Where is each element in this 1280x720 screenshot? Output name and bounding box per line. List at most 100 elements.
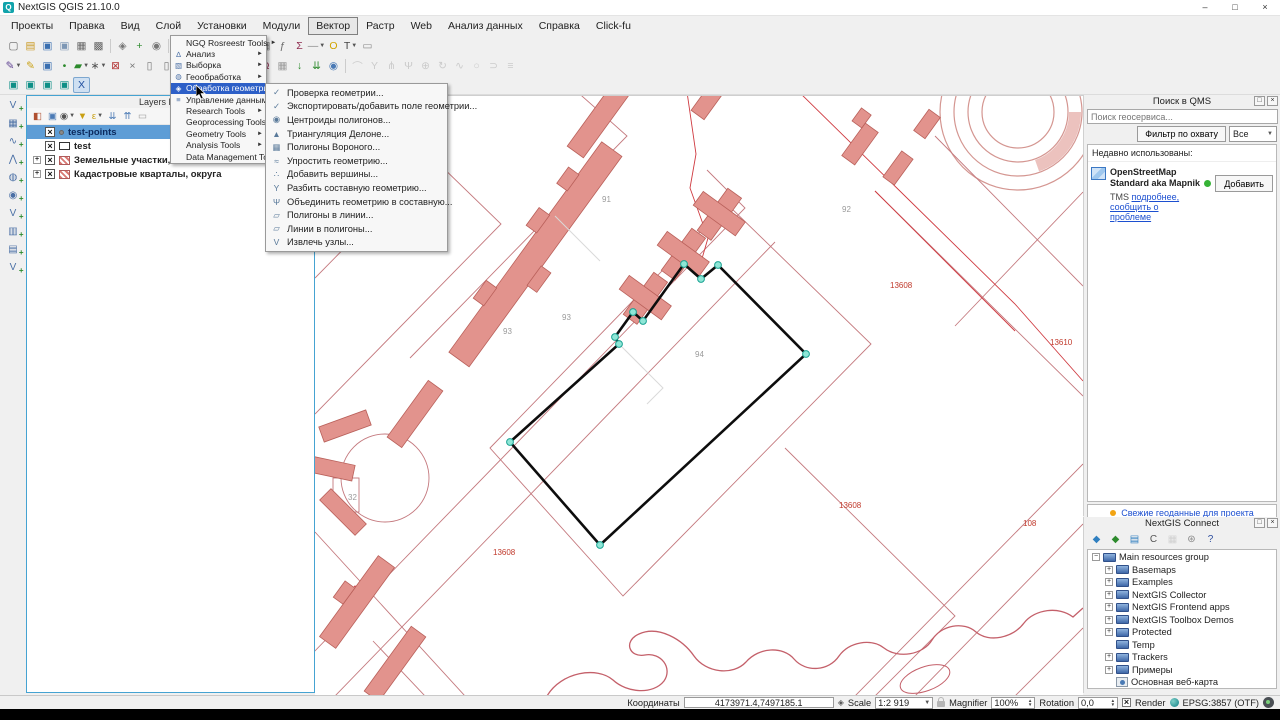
menubar-item-правка[interactable]: Правка bbox=[61, 17, 112, 35]
menu-item-geometry-tools[interactable]: Geometry Tools ► bbox=[171, 128, 266, 139]
menubar-item-модули[interactable]: Модули bbox=[255, 17, 309, 35]
menubar-item-растр[interactable]: Растр bbox=[358, 17, 402, 35]
layout-manager-icon[interactable]: ▩ bbox=[90, 38, 107, 54]
submenu-item-экспортировать-добавить-поле-геометрии[interactable]: ✓ Экспортировать/добавить поле геометрии.… bbox=[266, 100, 477, 114]
form-annotation-icon[interactable]: ▭ bbox=[359, 38, 376, 54]
submenu-item-триангуляция-делоне[interactable]: ▲ Триангуляция Делоне... bbox=[266, 127, 447, 141]
statistical-summary-icon[interactable]: Σ bbox=[291, 38, 308, 54]
qms-service-item[interactable]: OpenStreetMap Standard aka Mapnik TMS по… bbox=[1088, 162, 1276, 227]
tree-item-примеры[interactable]: + Примеры bbox=[1088, 664, 1276, 677]
menu-item-data-management-tools[interactable]: Data Management Tools► bbox=[171, 151, 288, 162]
messages-icon[interactable] bbox=[1263, 697, 1274, 708]
vertex-marker[interactable] bbox=[615, 340, 623, 348]
vertex-marker[interactable] bbox=[680, 260, 688, 268]
menubar-item-web[interactable]: Web bbox=[403, 17, 440, 35]
vertex-marker[interactable] bbox=[596, 541, 604, 549]
open-layer-styling-icon[interactable]: ◧ bbox=[30, 109, 45, 123]
qms-search-input[interactable] bbox=[1087, 109, 1278, 124]
add-point-cloud-layer-icon[interactable]: V bbox=[5, 260, 24, 278]
extents-icon[interactable]: ◈ bbox=[838, 698, 844, 707]
vertex-marker[interactable] bbox=[629, 308, 637, 316]
add-point-feature-icon[interactable]: • bbox=[56, 58, 73, 74]
cut-features-icon[interactable]: × bbox=[124, 58, 141, 74]
menubar-item-анализ-данных[interactable]: Анализ данных bbox=[440, 17, 531, 35]
add-mesh-layer-icon[interactable]: ∿ bbox=[5, 134, 24, 152]
save-project-as-icon[interactable]: ▣ bbox=[56, 38, 73, 54]
processing-toolbox-icon[interactable]: X bbox=[73, 77, 90, 93]
submenu-item-извлечь-узлы[interactable]: V Извлечь узлы... bbox=[266, 236, 447, 250]
submenu-item-полигоны-вороного[interactable]: ▦ Полигоны Вороного... bbox=[266, 140, 447, 154]
vertex-marker[interactable] bbox=[506, 438, 514, 446]
connect-float-button[interactable]: □ bbox=[1254, 518, 1265, 528]
expander-icon[interactable]: + bbox=[1105, 628, 1113, 637]
vertex-tool-icon[interactable]: ∗ ▼ bbox=[90, 58, 107, 74]
layer-visibility-checkbox[interactable]: × bbox=[45, 141, 55, 151]
menu-item-ngq-rosreestr-tools[interactable]: NGQ Rosreestr Tools ► bbox=[171, 37, 276, 48]
qms-float-button[interactable]: □ bbox=[1254, 96, 1265, 106]
connect-close-button[interactable]: × bbox=[1267, 518, 1278, 528]
expander-icon[interactable]: + bbox=[1105, 578, 1113, 587]
tree-item-protected[interactable]: + Protected bbox=[1088, 626, 1276, 639]
measure-line-icon[interactable]: — ▼ bbox=[308, 38, 325, 54]
tree-item-examples[interactable]: + Examples bbox=[1088, 576, 1276, 589]
layer-visibility-checkbox[interactable]: × bbox=[45, 155, 55, 165]
tree-item-temp[interactable]: Temp bbox=[1088, 639, 1276, 652]
connect-settings-icon[interactable]: ⊛ bbox=[1183, 532, 1200, 548]
menubar-item-справка[interactable]: Справка bbox=[531, 17, 588, 35]
qms-add-button[interactable]: Добавить bbox=[1215, 175, 1273, 192]
collapse-all-icon[interactable]: ⇈ bbox=[120, 109, 135, 123]
menu-item-выборка[interactable]: ▧ Выборка ► bbox=[171, 60, 266, 71]
add-delimited-text-layer-icon[interactable]: ⋀ bbox=[5, 152, 24, 170]
render-checkbox[interactable]: × bbox=[1122, 698, 1132, 707]
remove-layer-icon[interactable]: ▭ bbox=[135, 109, 150, 123]
add-virtual-layer-icon[interactable]: V bbox=[5, 206, 24, 224]
rotation-spinner[interactable]: 0,0 ▲ ▼ bbox=[1078, 696, 1119, 709]
menu-item-анализ[interactable]: ∆ Анализ ► bbox=[171, 48, 266, 59]
layer-visibility-checkbox[interactable]: × bbox=[45, 127, 55, 137]
expander-icon[interactable]: − bbox=[1092, 553, 1100, 562]
vertex-marker[interactable] bbox=[639, 317, 647, 325]
new-project-icon[interactable]: ▢ bbox=[5, 38, 22, 54]
tree-item-nextgis-toolbox-demos[interactable]: + NextGIS Toolbox Demos bbox=[1088, 614, 1276, 627]
fresh-geodata-link[interactable]: Свежие геоданные для проекта bbox=[1121, 508, 1254, 518]
menubar-item-слой[interactable]: Слой bbox=[148, 17, 190, 35]
filter-legend-icon[interactable]: ▼ bbox=[75, 109, 90, 123]
import-raster-to-ngw-icon[interactable]: ▣ bbox=[22, 77, 39, 93]
add-gis-connection-icon[interactable]: ◆ bbox=[1088, 532, 1105, 548]
tree-item-main-resources-group[interactable]: − Main resources group bbox=[1088, 551, 1276, 564]
submenu-item-объединить-геометрию-в-составную[interactable]: Ψ Объединить геометрию в составную... bbox=[266, 195, 453, 209]
menubar-item-click-fu[interactable]: Click-fu bbox=[588, 17, 639, 35]
qms-close-button[interactable]: × bbox=[1267, 96, 1278, 106]
tree-item-nextgis-frontend-apps[interactable]: + NextGIS Frontend apps bbox=[1088, 601, 1276, 614]
submenu-item-добавить-вершины[interactable]: ∴ Добавить вершины... bbox=[266, 168, 447, 182]
zoom-in-icon[interactable]: ◉ bbox=[148, 38, 165, 54]
tree-item-trackers[interactable]: + Trackers bbox=[1088, 651, 1276, 664]
download-all-features-icon[interactable]: ⇊ bbox=[308, 58, 325, 74]
scale-combo[interactable]: 1:2 919 ▼ bbox=[875, 696, 934, 709]
submenu-item-упростить-геометрию[interactable]: ≈ Упростить геометрию... bbox=[266, 154, 447, 168]
coordinates-input[interactable]: 4173971.4,7497185.1 bbox=[683, 697, 834, 708]
maximize-button[interactable]: □ bbox=[1220, 0, 1250, 16]
crs-button[interactable]: EPSG:3857 (OTF) bbox=[1183, 698, 1259, 708]
submenu-item-проверка-геометрии[interactable]: ✓ Проверка геометрии... bbox=[266, 86, 447, 100]
tree-item-nextgis-collector[interactable]: + NextGIS Collector bbox=[1088, 589, 1276, 602]
refresh-resources-icon[interactable]: C bbox=[1145, 532, 1162, 548]
submenu-item-полигоны-в-линии[interactable]: ▱ Полигоны в линии... bbox=[266, 208, 447, 222]
grid-options-icon[interactable]: ▦ bbox=[274, 58, 291, 74]
add-ngw-vector-layer-icon[interactable]: ▣ bbox=[39, 77, 56, 93]
save-layer-edits-icon[interactable]: ▣ bbox=[39, 58, 56, 74]
expander-icon[interactable]: + bbox=[1105, 590, 1113, 599]
menu-item-analysis-tools[interactable]: Analysis Tools ► bbox=[171, 140, 266, 151]
menu-item-геообработка[interactable]: ◍ Геообработка ► bbox=[171, 71, 266, 82]
tree-item-basemaps[interactable]: + Basemaps bbox=[1088, 564, 1276, 577]
expander-icon[interactable]: + bbox=[1105, 565, 1113, 574]
add-postgis-layer-icon[interactable]: ◍ bbox=[5, 170, 24, 188]
expander-icon[interactable]: + bbox=[1105, 665, 1113, 674]
expander-icon[interactable]: + bbox=[33, 170, 41, 178]
vertex-marker[interactable] bbox=[611, 333, 619, 341]
copy-features-icon[interactable]: ▯ bbox=[141, 58, 158, 74]
import-to-ngw-icon[interactable]: ▤ bbox=[1126, 532, 1143, 548]
field-calculator-icon[interactable]: ƒ bbox=[274, 38, 291, 54]
minimize-button[interactable]: – bbox=[1190, 0, 1220, 16]
menu-item-обработка-геометрии[interactable]: ◈Обработка геометрии► bbox=[171, 82, 282, 94]
